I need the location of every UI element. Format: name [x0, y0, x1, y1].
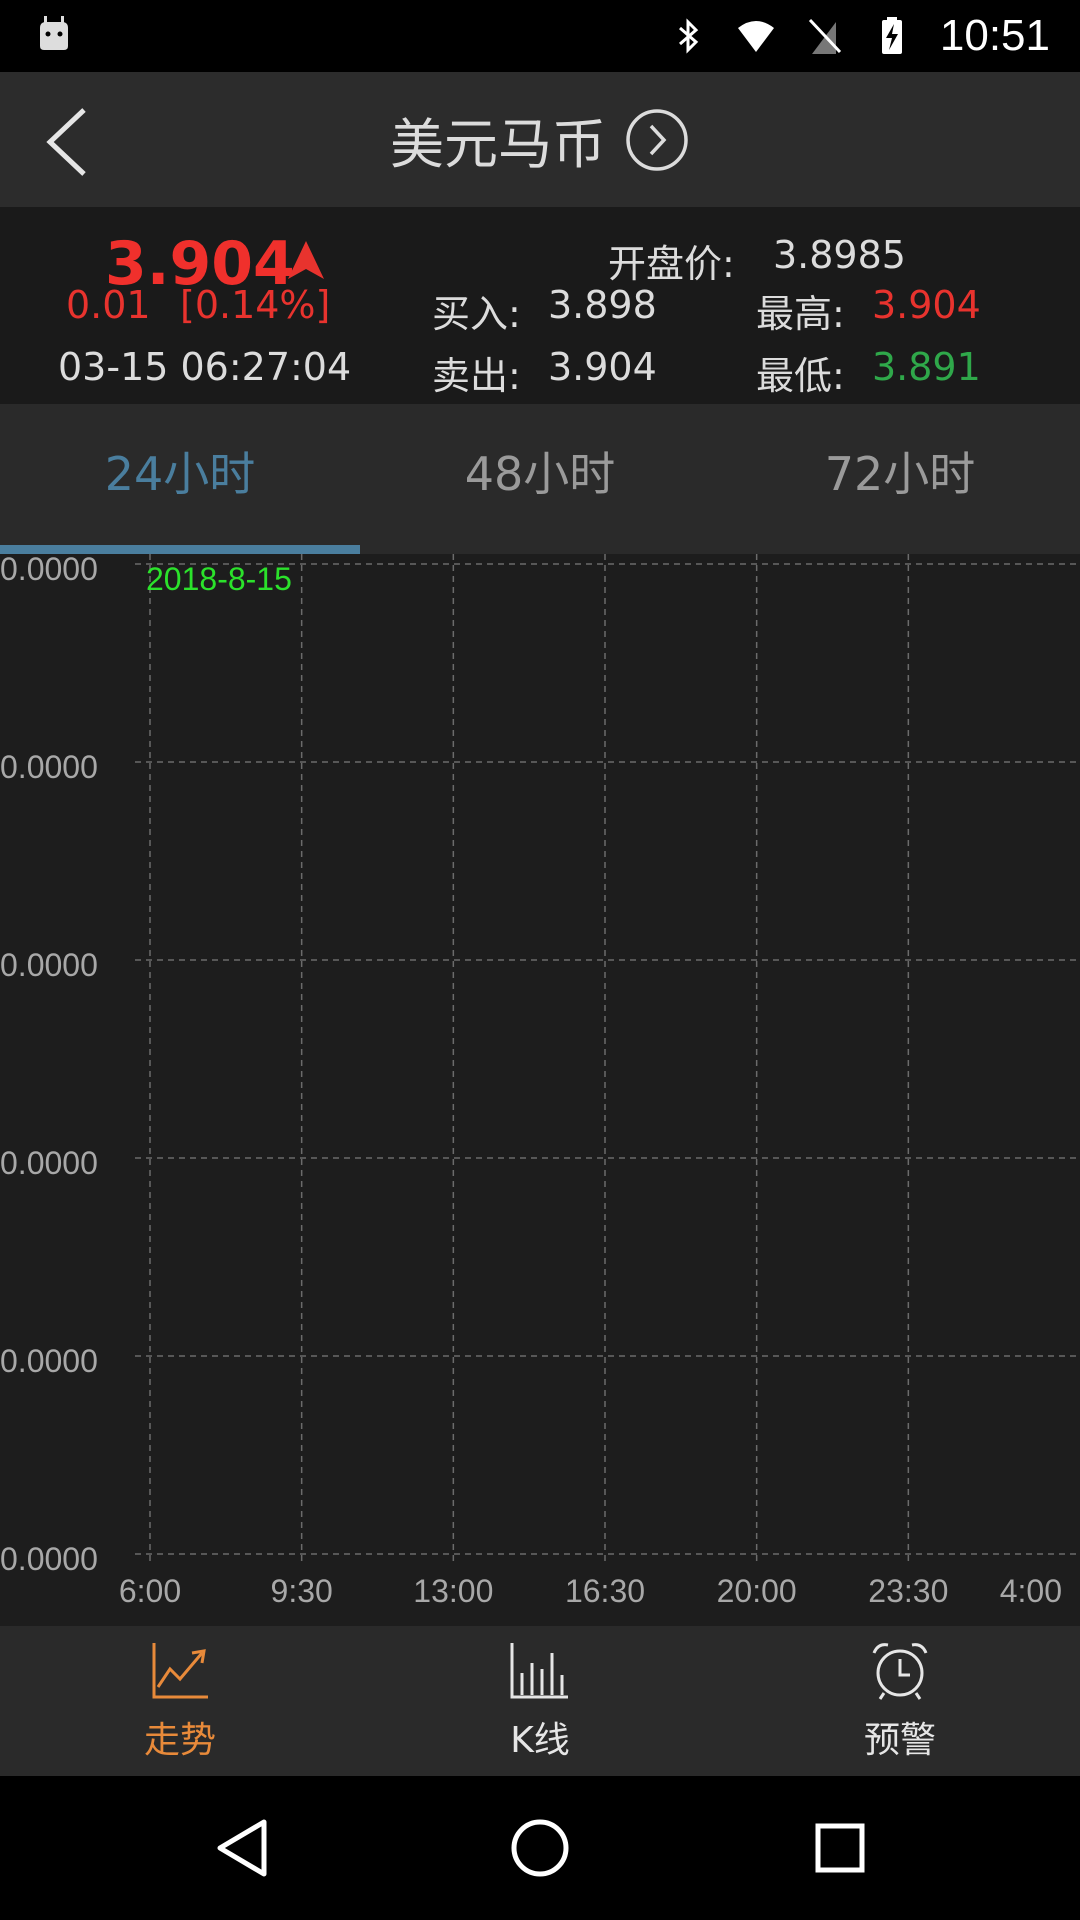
trend-chart-svg: 0.0000 0.0000 0.0000 0.0000 0.0000 0.0000 6:00… [0, 551, 1080, 1609]
status-bar: 10:51 [0, 0, 1080, 72]
nav-trend-label: 走势 [143, 1720, 216, 1761]
system-nav-bar [0, 1776, 1080, 1920]
alarm-clock-icon [872, 1643, 928, 1700]
title-group[interactable]: 美元马币 [0, 72, 1080, 207]
tab-48h[interactable]: 48小时 [360, 404, 720, 554]
back-triangle-icon[interactable] [206, 1812, 278, 1884]
nav-alert-label: 预警 [863, 1720, 936, 1761]
trend-chart[interactable]: 0.0000 0.0000 0.0000 0.0000 0.0000 0.0000 6:00… [0, 551, 1080, 1626]
x-tick-label: 13:00 [413, 1573, 493, 1609]
trend-chart-icon [152, 1643, 208, 1699]
nav-kline[interactable]: K线 [360, 1626, 720, 1776]
status-time: 10:51 [939, 11, 1050, 60]
bluetooth-icon [678, 18, 699, 54]
recents-square-icon[interactable] [804, 1812, 876, 1884]
nav-trend[interactable]: 走势 [0, 1626, 360, 1776]
y-tick-label: 0.0000 [0, 1343, 98, 1379]
home-circle-icon[interactable] [504, 1812, 576, 1884]
x-tick-label: 6:00 [119, 1573, 181, 1609]
tab-indicator [0, 545, 360, 554]
nav-alert[interactable]: 预警 [720, 1626, 1080, 1776]
no-sim-icon [808, 18, 841, 54]
price-change-percent: [0.14%] [180, 283, 331, 327]
y-tick-label: 0.0000 [0, 1541, 98, 1577]
price-up-arrow-icon [288, 241, 324, 279]
open-value: 3.8985 [773, 233, 906, 277]
chevron-left-icon[interactable] [40, 102, 100, 182]
bar-chart-icon [510, 1643, 568, 1699]
low-label: 最低: [756, 354, 845, 398]
quote-panel: 3.904 0.01 [0.14%] 03-15 06:27:04 开盘价: 3… [0, 207, 1080, 404]
price-change: 0.01 [66, 283, 151, 327]
period-tabs: 24小时 48小时 72小时 [0, 404, 1080, 554]
x-tick-label: 20:00 [717, 1573, 797, 1609]
x-tick-label: 9:30 [271, 1573, 333, 1609]
circle-chevron-right-icon[interactable] [624, 107, 690, 173]
buy-label: 买入: [432, 292, 521, 336]
y-tick-label: 0.0000 [0, 554, 98, 587]
y-tick-label: 0.0000 [0, 947, 98, 983]
x-tick-label: 23:30 [868, 1573, 948, 1609]
page-title: 美元马币 [390, 113, 606, 176]
sell-value: 3.904 [548, 345, 657, 389]
chart-date-label: 2018-8-15 [146, 561, 292, 597]
y-tick-label: 0.0000 [0, 1145, 98, 1181]
tab-72h[interactable]: 72小时 [720, 404, 1080, 554]
quote-datetime: 03-15 06:27:04 [58, 345, 352, 389]
high-label: 最高: [756, 292, 845, 336]
sell-label: 卖出: [432, 354, 521, 398]
buy-value: 3.898 [548, 283, 657, 327]
y-tick-label: 0.0000 [0, 749, 98, 785]
header-bar: 美元马币 [0, 72, 1080, 207]
low-value: 3.891 [872, 345, 981, 389]
tab-24h[interactable]: 24小时 [0, 404, 360, 554]
wifi-icon [737, 21, 774, 52]
battery-charging-icon [881, 17, 902, 54]
android-icon [40, 16, 68, 50]
open-label: 开盘价: [608, 242, 735, 286]
high-value: 3.904 [872, 283, 981, 327]
nav-kline-label: K线 [510, 1720, 570, 1761]
x-tick-label: 4:00 [1000, 1573, 1062, 1609]
bottom-nav: 走势 K线 预警 [0, 1626, 1080, 1776]
x-tick-label: 16:30 [565, 1573, 645, 1609]
